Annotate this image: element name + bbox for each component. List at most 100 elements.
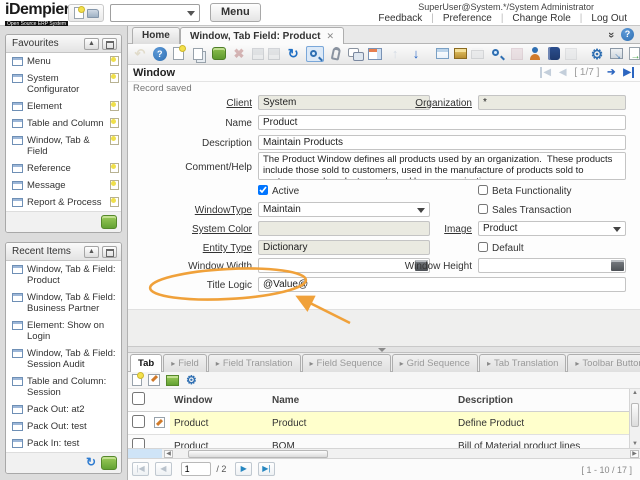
system-color-label[interactable]: System Color — [128, 221, 252, 235]
note-icon[interactable] — [110, 101, 119, 111]
recent-item[interactable]: Table and Column: Session — [6, 373, 121, 401]
quick-search-combobox[interactable] — [110, 4, 200, 22]
scroll-down-icon[interactable]: ▼ — [632, 441, 638, 447]
refresh-icon[interactable]: ↻ — [86, 455, 96, 469]
scrollbar-thumb[interactable] — [631, 403, 639, 427]
parent-record-icon[interactable]: ↑ — [387, 46, 403, 62]
recent-item[interactable]: Element: Show on Login — [6, 317, 121, 345]
row-checkbox[interactable] — [132, 415, 145, 428]
sidebar-item-message[interactable]: Message — [6, 177, 121, 194]
last-record-icon[interactable]: ▶ — [623, 67, 634, 78]
process-icon[interactable]: ⚙ — [589, 46, 605, 62]
open-folder-icon[interactable] — [87, 9, 99, 18]
note-icon[interactable] — [110, 56, 119, 66]
tab-grid-sequence[interactable]: Grid Sequence — [392, 354, 478, 372]
last-page-icon[interactable]: ▶| — [258, 462, 275, 476]
tab-field[interactable]: Field — [163, 354, 207, 372]
save-icon[interactable] — [252, 48, 264, 60]
sidebar-item-element[interactable]: Element — [6, 98, 121, 115]
client-label[interactable]: Client — [128, 95, 252, 109]
entity-type-label[interactable]: Entity Type — [128, 240, 252, 254]
undo-icon[interactable]: ↶ — [132, 46, 148, 62]
tab-home[interactable]: Home — [132, 27, 180, 44]
delete-selected-icon[interactable]: ✖ — [231, 46, 247, 62]
collapse-all-icon[interactable]: » — [605, 32, 617, 38]
logout-link[interactable]: Log Out — [582, 13, 636, 24]
find-icon[interactable] — [306, 46, 324, 62]
calculator-icon[interactable] — [611, 260, 624, 271]
tab-field-sequence[interactable]: Field Sequence — [302, 354, 391, 372]
new-record-icon[interactable] — [173, 47, 184, 60]
note-icon[interactable] — [110, 180, 119, 190]
title-logic-field[interactable]: @Value@ — [258, 277, 626, 292]
beta-functionality-checkbox[interactable] — [478, 185, 488, 195]
horizontal-scrollbar[interactable]: ◀ ▶ — [128, 448, 640, 459]
trash-bin-icon[interactable] — [101, 456, 117, 470]
tab-tab-translation[interactable]: Tab Translation — [479, 354, 566, 372]
sidebar-item-window-tab-field[interactable]: Window, Tab & Field — [6, 132, 121, 160]
vertical-scrollbar[interactable]: ▲ ▼ — [629, 389, 640, 448]
change-role-link[interactable]: Change Role — [503, 13, 579, 24]
attachment-icon[interactable] — [331, 46, 342, 60]
sidebar-item-system-configurator[interactable]: System Configurator — [6, 70, 121, 98]
tab-tab[interactable]: Tab — [130, 354, 162, 372]
toggle-grid-icon[interactable] — [368, 48, 382, 60]
trash-bin-icon[interactable] — [101, 215, 117, 229]
note-icon[interactable] — [110, 135, 119, 145]
help-icon[interactable]: ? — [153, 47, 167, 61]
select-all-checkbox[interactable] — [132, 392, 145, 405]
file-import-icon[interactable] — [629, 47, 640, 60]
check-icon[interactable] — [565, 48, 577, 60]
tab-field-translation[interactable]: Field Translation — [208, 354, 301, 372]
copy-record-icon[interactable] — [193, 48, 203, 60]
history-icon[interactable] — [436, 48, 449, 59]
recent-item[interactable]: Pack Out: at2 — [6, 401, 121, 418]
delete-record-icon[interactable] — [212, 47, 226, 60]
note-icon[interactable] — [110, 197, 119, 207]
collapse-panel-icon[interactable]: ▲ — [84, 38, 99, 50]
edit-record-icon[interactable] — [148, 374, 160, 386]
sales-transaction-checkbox[interactable] — [478, 204, 488, 214]
detail-record-icon[interactable]: ↓ — [408, 46, 424, 62]
archive-icon[interactable] — [454, 48, 467, 59]
description-field[interactable]: Maintain Products — [258, 135, 626, 150]
tab-window-tab-field-product[interactable]: Window, Tab Field: Product✕ — [180, 27, 344, 44]
sidebar-item-table-and-column[interactable]: Table and Column — [6, 115, 121, 132]
scroll-up-icon[interactable]: ▲ — [632, 390, 638, 396]
workflow-icon[interactable] — [528, 46, 544, 62]
feedback-link[interactable]: Feedback — [369, 13, 431, 24]
comment-help-field[interactable]: The Product Window defines all products … — [258, 152, 626, 180]
horizontal-splitter[interactable] — [128, 346, 640, 353]
organization-label[interactable]: Organization — [400, 95, 472, 109]
zoom-across-icon[interactable] — [511, 48, 523, 60]
menu-button[interactable]: Menu — [210, 3, 261, 22]
tab-toolbar-button[interactable]: Toolbar Button — [567, 354, 640, 372]
delete-record-icon[interactable] — [166, 375, 179, 386]
scroll-left-icon[interactable]: ◀ — [164, 450, 173, 458]
detach-panel-icon[interactable] — [102, 38, 117, 50]
note-icon[interactable] — [110, 118, 119, 128]
close-icon[interactable]: ✕ — [326, 31, 334, 41]
note-icon[interactable] — [110, 73, 119, 83]
window-type-select[interactable]: Maintain — [258, 202, 430, 217]
recent-item[interactable]: Window, Tab & Field: Business Partner — [6, 289, 121, 317]
help-icon[interactable]: ? — [621, 28, 634, 41]
chat-icon[interactable] — [348, 46, 364, 62]
previous-page-icon[interactable]: ◀ — [155, 462, 172, 476]
next-record-icon[interactable]: ➔ — [607, 67, 615, 78]
requests-icon[interactable] — [548, 47, 560, 60]
print-icon[interactable] — [471, 50, 484, 59]
sidebar-item-report-process[interactable]: Report & Process — [6, 194, 121, 211]
column-window[interactable]: Window — [170, 389, 268, 412]
new-record-icon[interactable] — [132, 374, 142, 386]
process-icon[interactable]: ⚙ — [184, 373, 198, 387]
edit-row-icon[interactable] — [154, 417, 165, 428]
previous-record-icon[interactable]: ◀ — [559, 67, 567, 78]
refresh-icon[interactable]: ↻ — [285, 46, 301, 62]
image-label[interactable]: Image — [400, 221, 472, 235]
first-record-icon[interactable]: ◀ — [540, 67, 551, 78]
sidebar-item-reference[interactable]: Reference — [6, 160, 121, 177]
export-icon[interactable] — [610, 48, 623, 59]
new-window-icon[interactable] — [74, 7, 84, 19]
default-checkbox[interactable] — [478, 242, 488, 252]
